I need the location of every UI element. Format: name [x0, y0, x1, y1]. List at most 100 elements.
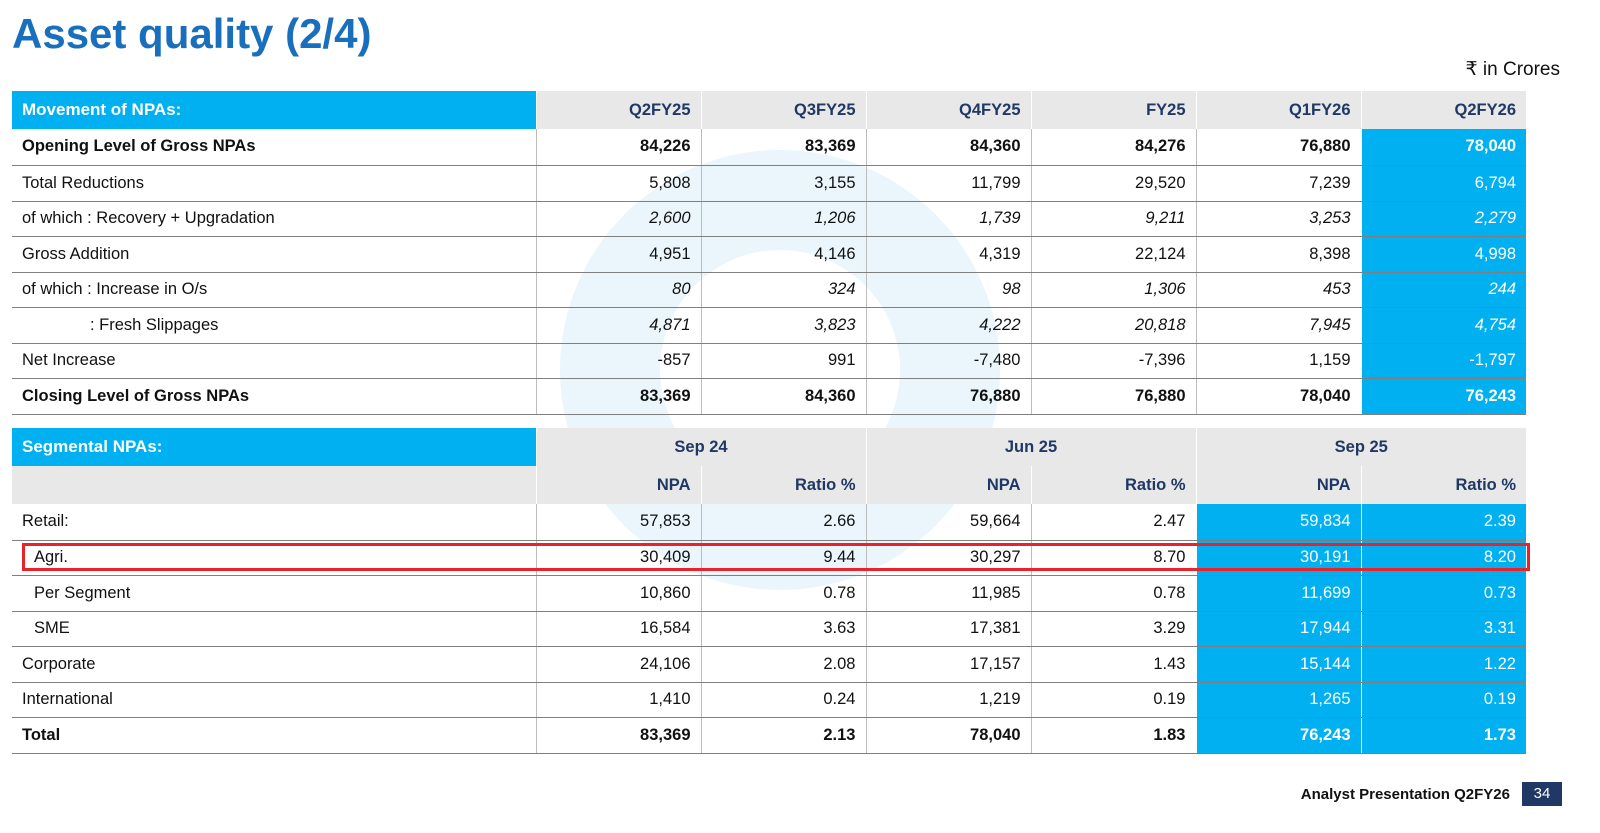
table-row: SME 16,584 3.63 17,381 3.29 17,944 3.31: [12, 611, 1526, 647]
cell-value: 2,600: [535, 201, 701, 237]
col-header: Q1FY26: [1195, 91, 1361, 129]
cell-value: 30,409: [535, 540, 701, 576]
cell-value: 24,106: [535, 646, 701, 683]
table-row: Gross Addition 4,951 4,146 4,319 22,124 …: [12, 236, 1526, 273]
cell-value-highlighted: 30,191: [1195, 540, 1361, 576]
cell-value: 1.43: [1030, 646, 1196, 683]
cell-value: 4,146: [700, 236, 866, 273]
cell-value: 3,253: [1195, 201, 1361, 237]
cell-value: 5,808: [535, 165, 701, 202]
subcol-header: NPA: [535, 466, 701, 504]
cell-value: 2.13: [700, 717, 866, 754]
cell-value: 29,520: [1030, 165, 1196, 202]
cell-value-highlighted: 4,754: [1360, 307, 1526, 344]
cell-value-highlighted: 2,279: [1360, 201, 1526, 237]
movement-header-row: Movement of NPAs: Q2FY25 Q3FY25 Q4FY25 F…: [12, 91, 1526, 129]
row-label: International: [12, 682, 536, 718]
cell-value: 17,157: [865, 646, 1031, 683]
cell-value: 98: [865, 272, 1031, 308]
cell-value: 0.78: [700, 575, 866, 612]
cell-value-highlighted: 1.22: [1360, 646, 1526, 683]
cell-value-highlighted: 76,243: [1360, 378, 1526, 415]
group-header: Sep 25: [1195, 428, 1526, 466]
cell-value: 80: [535, 272, 701, 308]
row-label: Net Increase: [12, 343, 536, 379]
footer-text: Analyst Presentation Q2FY26: [1300, 786, 1510, 803]
subcol-header: Ratio %: [1360, 466, 1526, 504]
table-row: of which : Recovery + Upgradation 2,600 …: [12, 201, 1526, 237]
cell-value: 2.47: [1030, 504, 1196, 541]
cell-value-highlighted: 2.39: [1360, 504, 1526, 541]
cell-value: 78,040: [865, 717, 1031, 754]
table-row: : Fresh Slippages 4,871 3,823 4,222 20,8…: [12, 307, 1526, 344]
cell-value: 3.29: [1030, 611, 1196, 647]
cell-value: 76,880: [1195, 129, 1361, 166]
cell-value: 8.70: [1030, 540, 1196, 576]
cell-value: 78,040: [1195, 378, 1361, 415]
cell-value: 2.66: [700, 504, 866, 541]
cell-value-highlighted: 4,998: [1360, 236, 1526, 273]
cell-value: 1.83: [1030, 717, 1196, 754]
cell-value: 453: [1195, 272, 1361, 308]
cell-value-highlighted: 6,794: [1360, 165, 1526, 202]
cell-value: 84,226: [535, 129, 701, 166]
row-label: Opening Level of Gross NPAs: [12, 129, 536, 166]
subcol-header: NPA: [1195, 466, 1361, 504]
cell-value: 84,276: [1030, 129, 1196, 166]
cell-value: 9,211: [1030, 201, 1196, 237]
cell-value: 1,306: [1030, 272, 1196, 308]
cell-value: 324: [700, 272, 866, 308]
cell-value: -7,396: [1030, 343, 1196, 379]
cell-value-highlighted: 15,144: [1195, 646, 1361, 683]
col-header: FY25: [1030, 91, 1196, 129]
row-label: of which : Increase in O/s: [12, 272, 536, 308]
table-row: Opening Level of Gross NPAs 84,226 83,36…: [12, 129, 1526, 166]
cell-value: 83,369: [700, 129, 866, 166]
cell-value-highlighted: 11,699: [1195, 575, 1361, 612]
row-label: of which : Recovery + Upgradation: [12, 201, 536, 237]
table-row-total: Total 83,369 2.13 78,040 1.83 76,243 1.7…: [12, 717, 1526, 754]
cell-value-highlighted: 76,243: [1195, 717, 1361, 754]
cell-value: 0.19: [1030, 682, 1196, 718]
cell-value-highlighted: 0.73: [1360, 575, 1526, 612]
cell-value: 3,823: [700, 307, 866, 344]
unit-label: ₹ in Crores: [1465, 59, 1560, 80]
cell-value: 20,818: [1030, 307, 1196, 344]
cell-value-highlighted: 0.19: [1360, 682, 1526, 718]
cell-value: 1,739: [865, 201, 1031, 237]
row-label: : Fresh Slippages: [12, 307, 536, 344]
cell-value: 0.24: [700, 682, 866, 718]
cell-value: 3.63: [700, 611, 866, 647]
row-label: Per Segment: [12, 575, 536, 612]
table-row: Corporate 24,106 2.08 17,157 1.43 15,144…: [12, 646, 1526, 683]
cell-value-highlighted: 59,834: [1195, 504, 1361, 541]
cell-value-highlighted: 244: [1360, 272, 1526, 308]
col-header: Q2FY26: [1360, 91, 1526, 129]
row-label: Gross Addition: [12, 236, 536, 273]
cell-value: 84,360: [865, 129, 1031, 166]
subcol-header: Ratio %: [700, 466, 866, 504]
table-row: of which : Increase in O/s 80 324 98 1,3…: [12, 272, 1526, 308]
cell-value: 10,860: [535, 575, 701, 612]
page-title: Asset quality (2/4): [12, 10, 372, 57]
cell-value-highlighted: 3.31: [1360, 611, 1526, 647]
cell-value: 991: [700, 343, 866, 379]
table-row: Net Increase -857 991 -7,480 -7,396 1,15…: [12, 343, 1526, 379]
subheader-blank: [12, 466, 536, 504]
cell-value: 1,206: [700, 201, 866, 237]
table-row-agri: Agri. 30,409 9.44 30,297 8.70 30,191 8.2…: [12, 540, 1526, 576]
subcol-header: Ratio %: [1030, 466, 1196, 504]
group-header: Jun 25: [865, 428, 1196, 466]
row-label: Total Reductions: [12, 165, 536, 202]
cell-value-highlighted: 1.73: [1360, 717, 1526, 754]
cell-value: 83,369: [535, 717, 701, 754]
group-header: Sep 24: [535, 428, 866, 466]
cell-value: 84,360: [700, 378, 866, 415]
cell-value: 1,159: [1195, 343, 1361, 379]
cell-value: 7,945: [1195, 307, 1361, 344]
cell-value: 7,239: [1195, 165, 1361, 202]
row-label: Corporate: [12, 646, 536, 683]
movement-npa-table: Movement of NPAs: Q2FY25 Q3FY25 Q4FY25 F…: [12, 91, 1526, 415]
table-row: Closing Level of Gross NPAs 83,369 84,36…: [12, 378, 1526, 415]
subcol-header: NPA: [865, 466, 1031, 504]
